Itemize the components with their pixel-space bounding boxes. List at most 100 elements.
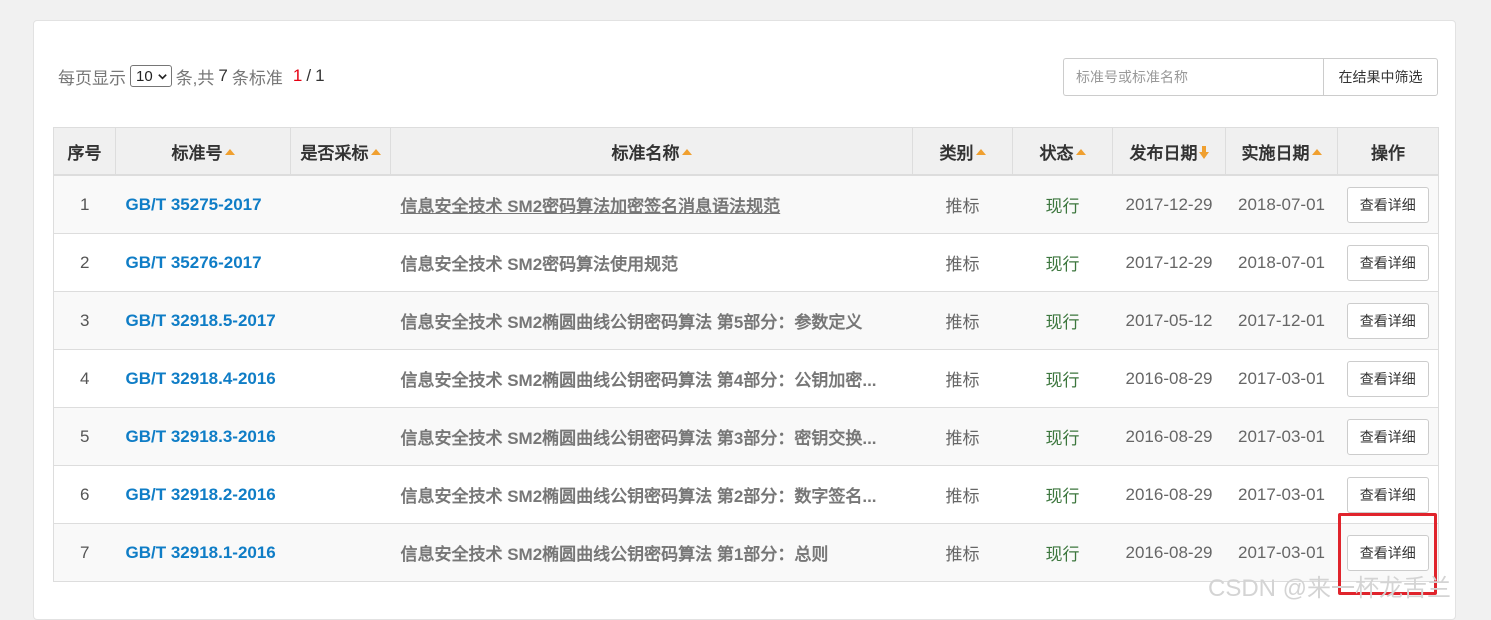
col-action: 操作 — [1337, 127, 1439, 176]
sort-asc-icon — [681, 148, 692, 155]
row-index: 4 — [53, 349, 116, 408]
publish-date-cell: 2016-08-29 — [1112, 407, 1226, 466]
col-status-sortable[interactable]: 状态 — [1012, 127, 1113, 176]
action-cell: 查看详细 — [1337, 407, 1439, 466]
col-publish-date-sortable[interactable]: 发布日期 — [1112, 127, 1226, 176]
view-details-button[interactable]: 查看详细 — [1346, 360, 1429, 397]
standard-code-link[interactable]: GB/T 32918.5-2017 — [115, 291, 291, 350]
status-cell: 现行 — [1012, 407, 1113, 466]
standard-name-link[interactable]: 信息安全技术 SM2椭圆曲线公钥密码算法 第4部分：公钥加密... — [390, 349, 913, 408]
standard-name-link[interactable]: 信息安全技术 SM2密码算法加密签名消息语法规范 — [390, 174, 913, 234]
publish-date-cell: 2017-12-29 — [1112, 174, 1226, 234]
col-adopted-sortable[interactable]: 是否采标 — [290, 127, 391, 176]
view-details-button[interactable]: 查看详细 — [1346, 418, 1429, 455]
publish-date-cell: 2016-08-29 — [1112, 465, 1226, 524]
col-effective-date-sortable[interactable]: 实施日期 — [1225, 127, 1338, 176]
current-page: 1 — [292, 66, 303, 85]
filter-button[interactable]: 在结果中筛选 — [1323, 58, 1438, 96]
watermark-text: CSDN @来一杯龙舌兰 — [1208, 575, 1452, 602]
effective-date-cell: 2018-07-01 — [1225, 233, 1338, 292]
effective-date-cell: 2017-03-01 — [1225, 465, 1338, 524]
standard-code-link[interactable]: GB/T 32918.1-2016 — [115, 523, 291, 582]
standard-code-link[interactable]: GB/T 35276-2017 — [115, 233, 291, 292]
status-cell: 现行 — [1012, 233, 1113, 292]
publish-date-cell: 2017-12-29 — [1112, 233, 1226, 292]
view-details-button[interactable]: 查看详细 — [1346, 302, 1429, 339]
chevron-down-icon — [157, 73, 167, 80]
search-input[interactable] — [1063, 58, 1323, 96]
pagination-info: 每页显示 10 条,共 7 条标准 1 / 1 — [58, 63, 325, 89]
status-cell: 现行 — [1012, 465, 1113, 524]
table-row: 2 GB/T 35276-2017 信息安全技术 SM2密码算法使用规范 推标 … — [53, 233, 1439, 292]
adopted-cell — [290, 174, 391, 234]
adopted-cell — [290, 349, 391, 408]
row-index: 1 — [53, 174, 116, 234]
category-cell: 推标 — [912, 291, 1013, 350]
table-row: 4 GB/T 32918.4-2016 信息安全技术 SM2椭圆曲线公钥密码算法… — [53, 349, 1439, 408]
standard-name-link[interactable]: 信息安全技术 SM2椭圆曲线公钥密码算法 第2部分：数字签名... — [390, 465, 913, 524]
pager-prefix: 每页显示 — [58, 68, 126, 88]
category-cell: 推标 — [912, 407, 1013, 466]
action-cell: 查看详细 — [1337, 174, 1439, 234]
sort-asc-icon — [370, 148, 381, 155]
col-name-sortable[interactable]: 标准名称 — [390, 127, 913, 176]
table-row: 5 GB/T 32918.3-2016 信息安全技术 SM2椭圆曲线公钥密码算法… — [53, 407, 1439, 466]
view-details-button[interactable]: 查看详细 — [1346, 244, 1429, 281]
table-header-row: 序号 标准号 是否采标 标准名称 类别 状态 发布日期 实施日期 操作 — [53, 127, 1439, 176]
standards-table: 序号 标准号 是否采标 标准名称 类别 状态 发布日期 实施日期 操作 1 GB… — [53, 127, 1439, 582]
standard-code-link[interactable]: GB/T 32918.4-2016 — [115, 349, 291, 408]
status-cell: 现行 — [1012, 523, 1113, 582]
filter-search: 在结果中筛选 — [1063, 58, 1438, 96]
status-cell: 现行 — [1012, 174, 1113, 234]
standard-name-link[interactable]: 信息安全技术 SM2椭圆曲线公钥密码算法 第1部分：总则 — [390, 523, 913, 582]
category-cell: 推标 — [912, 349, 1013, 408]
publish-date-cell: 2016-08-29 — [1112, 349, 1226, 408]
standard-code-link[interactable]: GB/T 32918.3-2016 — [115, 407, 291, 466]
standard-code-link[interactable]: GB/T 35275-2017 — [115, 174, 291, 234]
adopted-cell — [290, 407, 391, 466]
adopted-cell — [290, 465, 391, 524]
row-index: 2 — [53, 233, 116, 292]
col-category-sortable[interactable]: 类别 — [912, 127, 1013, 176]
row-index: 6 — [53, 465, 116, 524]
effective-date-cell: 2017-12-01 — [1225, 291, 1338, 350]
adopted-cell — [290, 523, 391, 582]
standard-name-link[interactable]: 信息安全技术 SM2椭圆曲线公钥密码算法 第5部分：参数定义 — [390, 291, 913, 350]
page-size-select[interactable]: 10 — [130, 65, 172, 87]
sort-asc-icon — [975, 148, 986, 155]
col-index: 序号 — [53, 127, 116, 176]
standard-name-link[interactable]: 信息安全技术 SM2密码算法使用规范 — [390, 233, 913, 292]
view-details-button[interactable]: 查看详细 — [1346, 476, 1429, 513]
category-cell: 推标 — [912, 233, 1013, 292]
category-cell: 推标 — [912, 465, 1013, 524]
col-code-sortable[interactable]: 标准号 — [115, 127, 291, 176]
table-row: 6 GB/T 32918.2-2016 信息安全技术 SM2椭圆曲线公钥密码算法… — [53, 465, 1439, 524]
table-row: 1 GB/T 35275-2017 信息安全技术 SM2密码算法加密签名消息语法… — [53, 174, 1439, 234]
total-pages: 1 — [315, 66, 325, 85]
adopted-cell — [290, 291, 391, 350]
category-cell: 推标 — [912, 523, 1013, 582]
standard-code-link[interactable]: GB/T 32918.2-2016 — [115, 465, 291, 524]
status-cell: 现行 — [1012, 349, 1113, 408]
view-details-button[interactable]: 查看详细 — [1346, 186, 1429, 223]
sort-desc-icon — [1198, 145, 1209, 159]
page-size-value: 10 — [136, 67, 153, 85]
publish-date-cell: 2017-05-12 — [1112, 291, 1226, 350]
table-row: 3 GB/T 32918.5-2017 信息安全技术 SM2椭圆曲线公钥密码算法… — [53, 291, 1439, 350]
adopted-cell — [290, 233, 391, 292]
sort-asc-icon — [1311, 148, 1322, 155]
standard-name-link[interactable]: 信息安全技术 SM2椭圆曲线公钥密码算法 第3部分：密钥交换... — [390, 407, 913, 466]
action-cell: 查看详细 — [1337, 349, 1439, 408]
total-count: 7 — [218, 66, 228, 85]
effective-date-cell: 2017-03-01 — [1225, 407, 1338, 466]
sort-asc-icon — [1075, 148, 1086, 155]
status-cell: 现行 — [1012, 291, 1113, 350]
row-index: 5 — [53, 407, 116, 466]
page-separator: / — [306, 66, 312, 85]
action-cell: 查看详细 — [1337, 291, 1439, 350]
action-cell: 查看详细 — [1337, 233, 1439, 292]
sort-asc-icon — [224, 148, 235, 155]
row-index: 3 — [53, 291, 116, 350]
effective-date-cell: 2018-07-01 — [1225, 174, 1338, 234]
category-cell: 推标 — [912, 174, 1013, 234]
